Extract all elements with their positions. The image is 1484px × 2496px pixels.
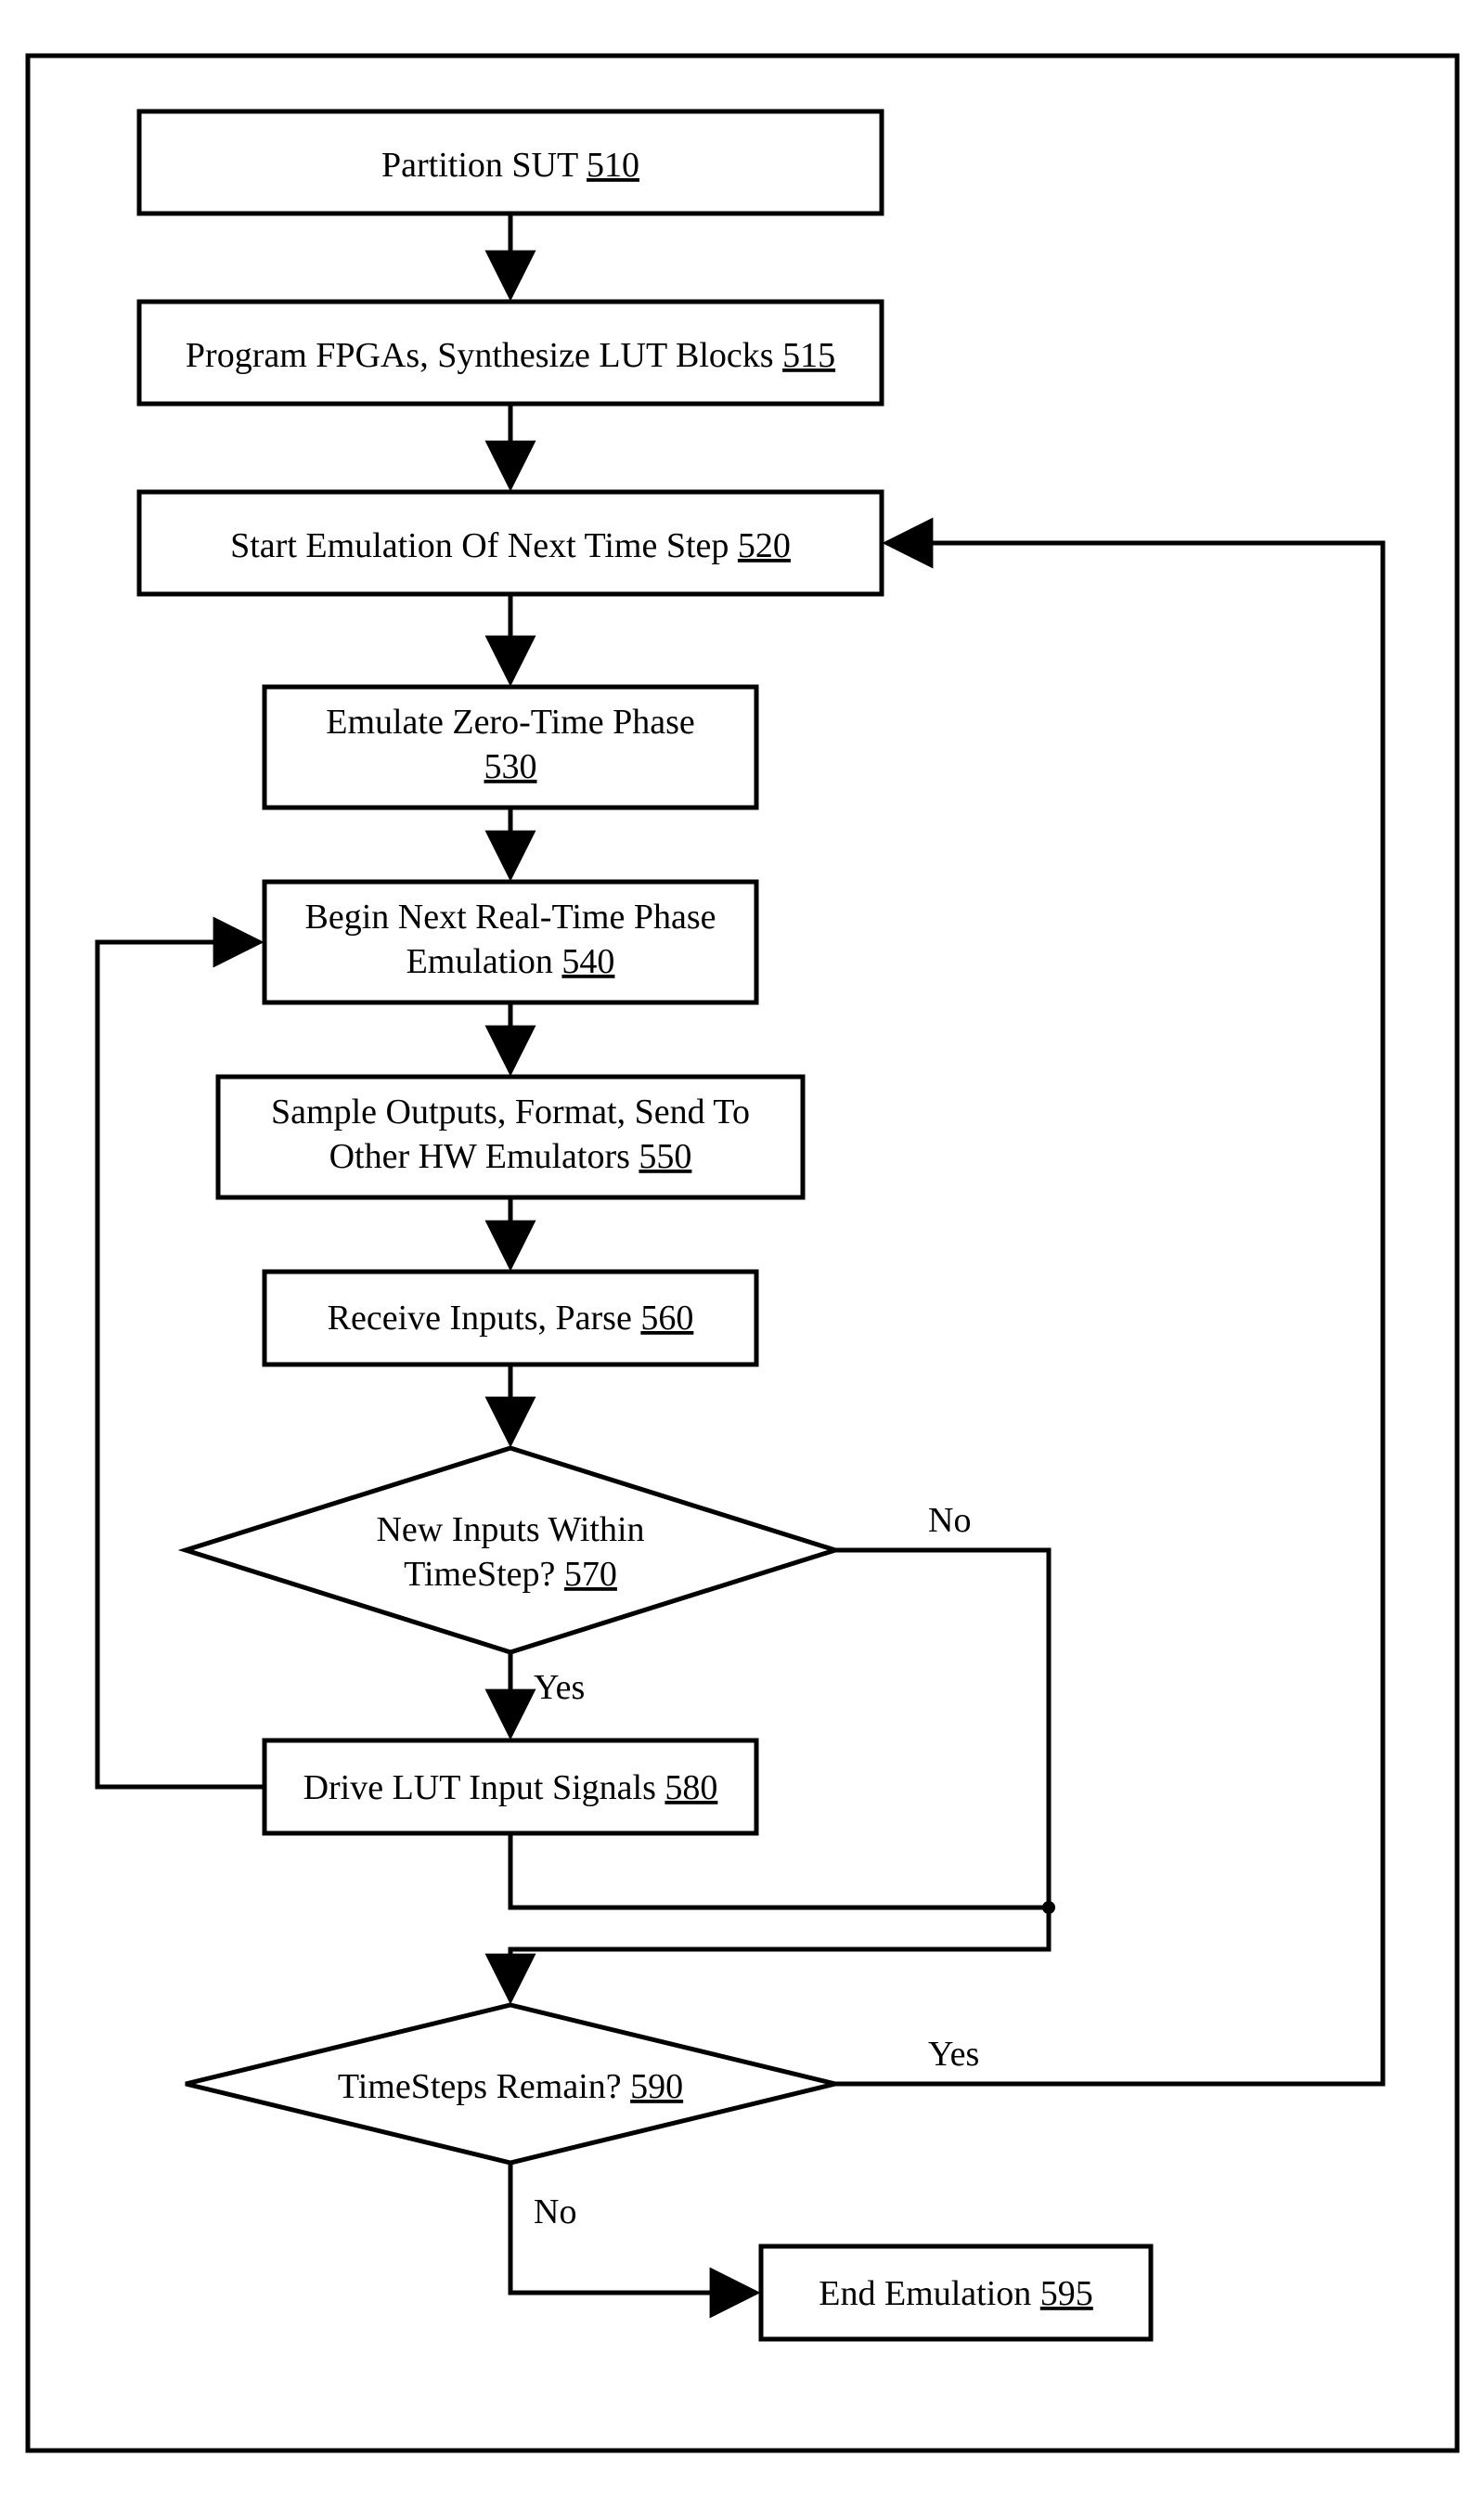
box-start-emulation: Start Emulation Of Next Time Step 520	[139, 492, 882, 594]
box540-line1: Begin Next Real-Time Phase	[305, 898, 716, 937]
path-580-to-join	[510, 1833, 1049, 1908]
svg-text:TimeSteps Remain? 590: TimeSteps Remain? 590	[338, 2067, 683, 2106]
box-drive-lut: Drive LUT Input Signals 580	[265, 1740, 756, 1833]
svg-text:TimeStep? 570: TimeStep? 570	[404, 1555, 617, 1594]
decision-timesteps-remain: TimeSteps Remain? 590	[186, 2005, 835, 2163]
box-program-fpgas: Program FPGAs, Synthesize LUT Blocks 515	[139, 302, 882, 404]
svg-text:Other HW Emulators 550: Other HW Emulators 550	[329, 1137, 692, 1176]
svg-text:Emulation 540: Emulation 540	[406, 942, 615, 981]
svg-text:Drive LUT Input Signals 580: Drive LUT Input Signals 580	[303, 1768, 718, 1807]
box550-line1: Sample Outputs, Format, Send To	[271, 1093, 750, 1132]
path-570-no	[835, 1550, 1049, 1908]
label-no-590: No	[534, 2192, 576, 2231]
box550-line2: Other HW Emulators	[329, 1137, 639, 1176]
box540-line2: Emulation	[406, 942, 562, 981]
svg-text:Sample Outputs, Format, Send: Sample Outputs, Format, Send To	[271, 1093, 750, 1132]
box-emulate-zero-time: Emulate Zero-Time Phase 530	[265, 687, 756, 808]
svg-text:Emulate Zero-Time Phase: Emulate Zero-Time Phase	[326, 703, 695, 742]
svg-text:End Emulation 595: End Emulation 595	[819, 2274, 1093, 2313]
svg-text:Begin Next Real-Time Phase: Begin Next Real-Time Phase	[305, 898, 716, 937]
box595-ref: 595	[1040, 2274, 1093, 2313]
box510-ref: 510	[587, 146, 639, 185]
box-partition-sut: Partition SUT 510	[139, 111, 882, 213]
flowchart: Partition SUT 510 Program FPGAs, Synthes…	[0, 0, 1484, 2496]
decision-new-inputs: New Inputs Within TimeStep? 570	[186, 1448, 835, 1652]
box540-ref: 540	[561, 942, 614, 981]
box-receive-inputs: Receive Inputs, Parse 560	[265, 1272, 756, 1364]
label-yes-570: Yes	[534, 1668, 585, 1707]
dec570-line1: New Inputs Within	[376, 1510, 644, 1549]
svg-text:Receive Inputs, Parse 560: Receive Inputs, Parse 560	[328, 1299, 694, 1338]
svg-text:Partition SUT 510: Partition SUT 510	[381, 146, 639, 185]
label-yes-590: Yes	[928, 2035, 979, 2074]
box520-text: Start Emulation Of Next Time Step	[230, 526, 738, 565]
box560-text: Receive Inputs, Parse	[328, 1299, 641, 1338]
box560-ref: 560	[640, 1299, 693, 1338]
box580-ref: 580	[665, 1768, 717, 1807]
path-580-loop-540	[97, 942, 265, 1787]
path-590-yes-520	[835, 543, 1383, 2084]
box580-text: Drive LUT Input Signals	[303, 1768, 665, 1807]
box550-ref: 550	[639, 1137, 691, 1176]
box595-text: End Emulation	[819, 2274, 1040, 2313]
svg-text:Start Emulation Of Next Time S: Start Emulation Of Next Time Step 520	[230, 526, 791, 565]
box530-text: Emulate Zero-Time Phase	[326, 703, 695, 742]
box510-text: Partition SUT	[381, 146, 587, 185]
path-join-590	[510, 1908, 1049, 2000]
box520-ref: 520	[738, 526, 791, 565]
box530-ref: 530	[484, 747, 537, 786]
dec570-ref: 570	[564, 1555, 617, 1594]
dec570-line2: TimeStep?	[404, 1555, 564, 1594]
svg-text:Program FPGAs, Synthesize LUT: Program FPGAs, Synthesize LUT Blocks 515	[186, 336, 835, 375]
label-no-570: No	[928, 1501, 971, 1540]
box515-text: Program FPGAs, Synthesize LUT Blocks	[186, 336, 782, 375]
box-begin-realtime: Begin Next Real-Time Phase Emulation 540	[265, 882, 756, 1002]
frame	[28, 56, 1457, 2451]
svg-text:530: 530	[484, 747, 537, 786]
dec590-text: TimeSteps Remain?	[338, 2067, 630, 2106]
svg-text:New Inputs Within: New Inputs Within	[376, 1510, 644, 1549]
box-sample-outputs: Sample Outputs, Format, Send To Other HW…	[218, 1077, 803, 1197]
dec590-ref: 590	[630, 2067, 683, 2106]
box515-ref: 515	[782, 336, 835, 375]
box-end-emulation: End Emulation 595	[761, 2246, 1151, 2339]
